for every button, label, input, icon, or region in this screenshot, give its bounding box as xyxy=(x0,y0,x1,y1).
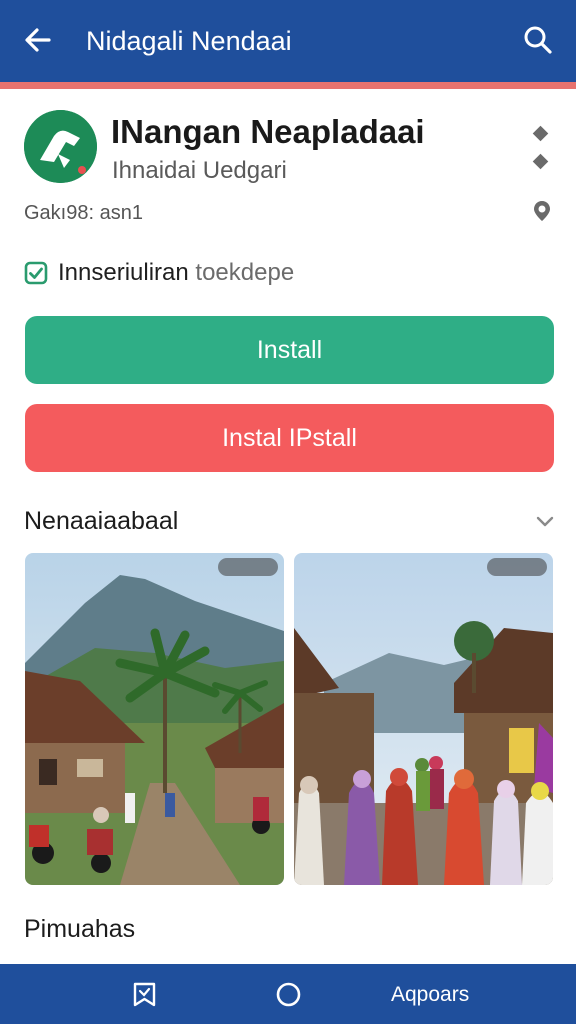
second-section-title: Pimuahas xyxy=(24,915,136,943)
arrow-left-icon[interactable] xyxy=(22,24,54,56)
home-circle-icon[interactable] xyxy=(275,981,302,1008)
volcano-village-image xyxy=(25,553,284,885)
screenshot-volcano-village[interactable] xyxy=(25,553,284,885)
chevron-down-icon[interactable] xyxy=(533,509,557,533)
search-icon[interactable] xyxy=(522,24,554,56)
screenshot-market-crowd[interactable] xyxy=(294,553,553,885)
nav-item-label[interactable]: Aqpoars xyxy=(391,981,469,1009)
install-button[interactable]: Install xyxy=(25,316,554,384)
screenshots-section-title: Nenaaiaabaal xyxy=(24,507,179,535)
app-logo xyxy=(24,110,97,183)
page-title: Nidagali Nendaai xyxy=(86,26,292,56)
app-meta-info: Gakı98: asn1 xyxy=(24,202,143,224)
verified-status: Innseriuliran toekdepe xyxy=(58,258,294,288)
location-pin-icon xyxy=(534,201,550,221)
app-name: INangan Neapladaai xyxy=(111,113,425,150)
screenshot-badge xyxy=(218,558,278,576)
verified-suffix: toekdepe xyxy=(195,259,295,286)
uninstall-button[interactable]: Instal IPstall xyxy=(25,404,554,472)
screenshot-badge xyxy=(487,558,547,576)
market-crowd-image xyxy=(294,553,553,885)
check-square-icon xyxy=(24,261,48,285)
bookmark-book-icon[interactable] xyxy=(131,981,158,1008)
verified-label: Innseriuliran xyxy=(58,259,189,286)
app-bar-accent-line xyxy=(0,82,576,89)
app-developer[interactable]: Ihnaidai Uedgari xyxy=(112,156,287,186)
more-options-icon[interactable] xyxy=(530,122,552,174)
